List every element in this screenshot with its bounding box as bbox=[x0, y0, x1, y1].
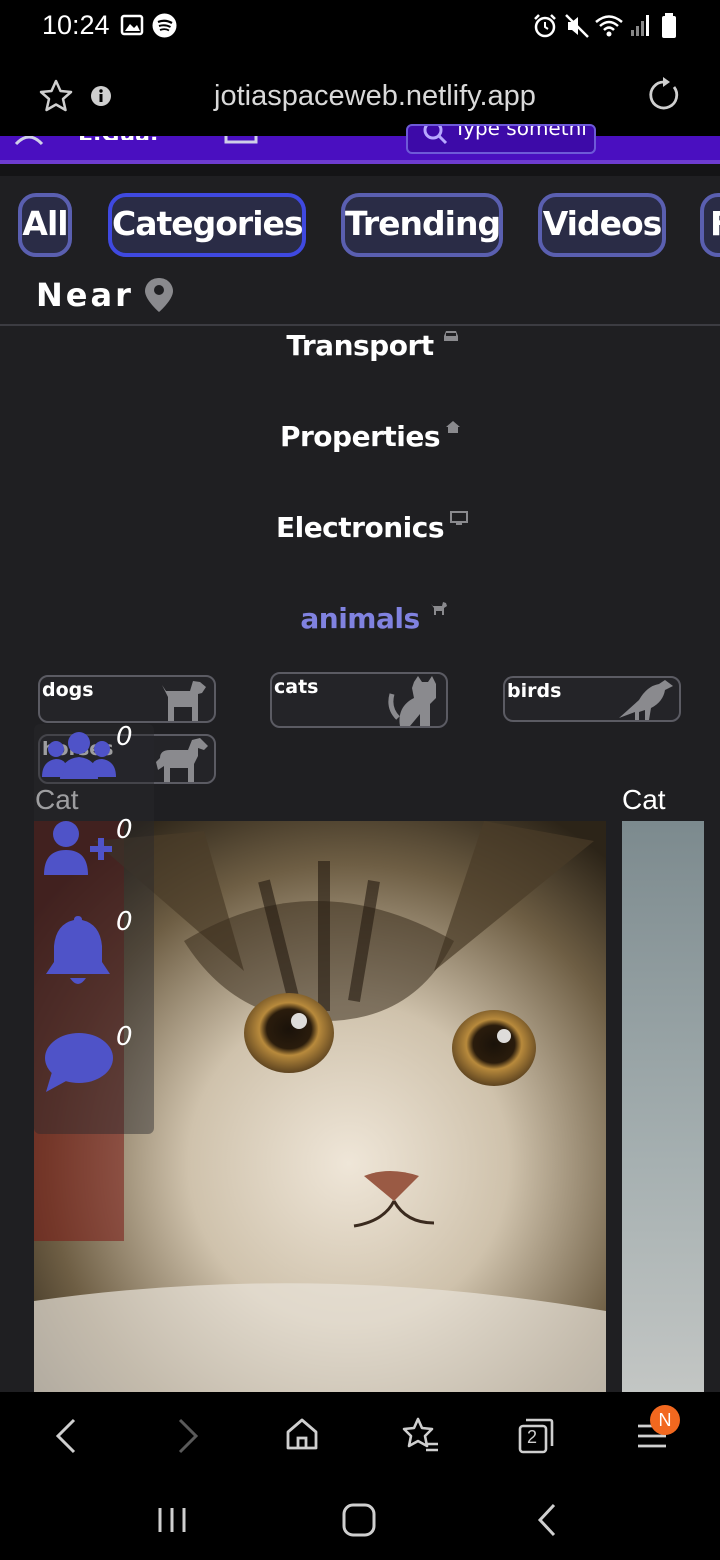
page-content: All Categories Trending Videos F Near Tr… bbox=[0, 164, 720, 1392]
category-electronics[interactable]: Electronics bbox=[0, 511, 720, 544]
chat-icon[interactable] bbox=[44, 1032, 114, 1094]
messages-count: 0 bbox=[116, 1022, 133, 1052]
category-label: Electronics bbox=[275, 511, 445, 544]
user-plus-icon[interactable] bbox=[44, 820, 114, 876]
battery-icon bbox=[662, 13, 676, 38]
bookmark-star-icon[interactable] bbox=[38, 78, 74, 114]
near-label[interactable]: Near bbox=[36, 276, 134, 314]
tab-trending[interactable]: Trending bbox=[341, 193, 503, 257]
tab-more[interactable]: F bbox=[700, 193, 720, 257]
near-divider bbox=[0, 324, 720, 326]
signal-icon bbox=[631, 15, 649, 36]
status-bar: 10:24 bbox=[0, 0, 720, 52]
category-label: Properties bbox=[279, 420, 441, 453]
wifi-icon bbox=[595, 15, 623, 37]
dog-icon bbox=[162, 681, 206, 721]
car-icon bbox=[444, 331, 458, 341]
spotify-icon bbox=[152, 13, 177, 38]
home-icon bbox=[446, 421, 460, 433]
post-image-cat-2[interactable] bbox=[622, 821, 704, 1392]
location-pin-icon[interactable] bbox=[143, 277, 175, 313]
system-back-icon[interactable] bbox=[534, 1502, 560, 1538]
system-nav-bar bbox=[0, 1478, 720, 1560]
url-bar: jotiaspaceweb.netlify.app bbox=[0, 52, 720, 136]
subcategory-birds[interactable]: birds bbox=[503, 676, 681, 722]
users-count: 0 bbox=[116, 722, 133, 752]
subcategory-label: dogs bbox=[42, 679, 94, 701]
url-text[interactable]: jotiaspaceweb.netlify.app bbox=[200, 80, 550, 113]
horse-icon bbox=[156, 738, 208, 782]
subcategory-cats[interactable]: cats bbox=[270, 672, 448, 728]
follow-count: 0 bbox=[116, 815, 133, 845]
notification-count: 0 bbox=[116, 907, 133, 937]
category-label: Transport bbox=[286, 329, 434, 362]
menu-badge: N bbox=[650, 1405, 680, 1435]
tab-videos[interactable]: Videos bbox=[538, 193, 666, 257]
tab-all[interactable]: All bbox=[18, 193, 72, 257]
image-icon bbox=[120, 14, 144, 36]
post-title: Cat bbox=[622, 784, 666, 815]
category-properties[interactable]: Properties bbox=[0, 420, 720, 453]
alarm-icon bbox=[534, 14, 556, 38]
search-placeholder: Type somethi bbox=[454, 124, 587, 140]
site-header: E.Gua. bbox=[0, 136, 720, 162]
category-label: animals bbox=[300, 602, 420, 635]
tab-categories[interactable]: Categories bbox=[108, 193, 306, 257]
users-icon[interactable] bbox=[42, 729, 116, 781]
cart-icon[interactable] bbox=[224, 136, 258, 146]
page-topband bbox=[0, 164, 720, 176]
monitor-icon bbox=[450, 511, 468, 525]
back-icon[interactable] bbox=[52, 1418, 82, 1454]
bell-icon[interactable] bbox=[44, 914, 112, 990]
category-animals[interactable]: animals bbox=[0, 602, 720, 635]
dog-icon bbox=[431, 602, 447, 615]
browser-bottom-nav: 2 bbox=[0, 1392, 720, 1478]
user-icon[interactable] bbox=[14, 136, 44, 146]
search-input[interactable]: Type somethi bbox=[406, 124, 596, 154]
system-home-icon[interactable] bbox=[340, 1502, 378, 1538]
site-header-username: E.Gua. bbox=[78, 136, 168, 140]
forward-icon[interactable] bbox=[172, 1418, 202, 1454]
subcategory-label: cats bbox=[274, 676, 319, 698]
cat-icon bbox=[388, 676, 436, 726]
subcategory-dogs[interactable]: dogs bbox=[38, 675, 216, 723]
tabs-count: 2 bbox=[527, 1427, 538, 1447]
bookmarks-icon[interactable] bbox=[400, 1416, 440, 1454]
recents-icon[interactable] bbox=[156, 1506, 188, 1534]
search-icon bbox=[423, 126, 448, 145]
home-icon[interactable] bbox=[284, 1416, 320, 1452]
reload-icon[interactable] bbox=[646, 77, 682, 113]
subcategory-label: birds bbox=[507, 680, 562, 702]
status-time: 10:24 bbox=[42, 10, 110, 40]
category-transport[interactable]: Transport bbox=[0, 329, 720, 362]
crow-icon bbox=[619, 680, 673, 720]
info-icon[interactable] bbox=[90, 85, 112, 107]
mute-icon bbox=[565, 14, 589, 38]
